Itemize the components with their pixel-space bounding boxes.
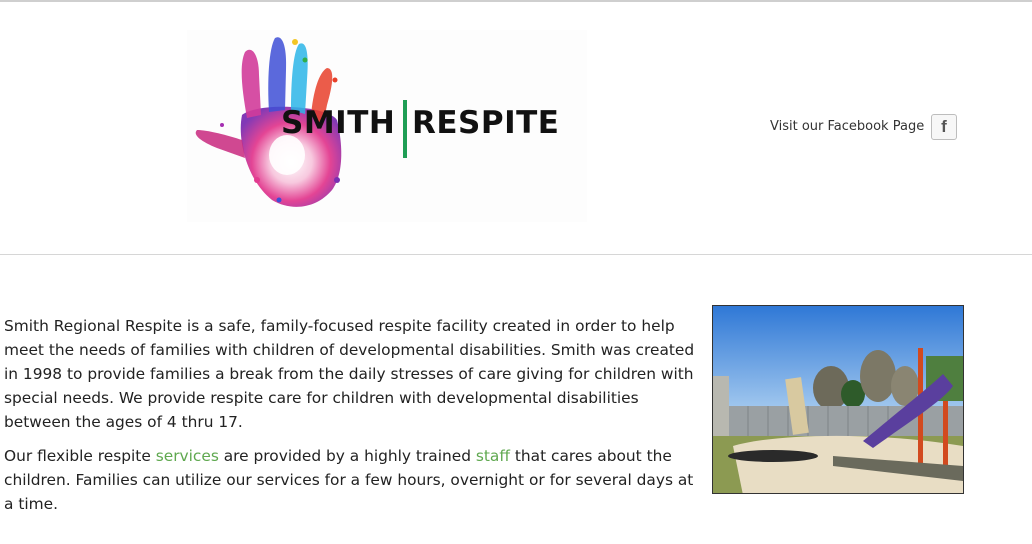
staff-link[interactable]: staff: [476, 447, 510, 465]
intro-paragraph-2: Our flexible respite services are provid…: [4, 444, 704, 516]
logo-divider-bar: [403, 100, 407, 158]
playground-image: [713, 306, 963, 493]
paragraph-2-part-1: Our flexible respite: [4, 447, 156, 465]
paragraph-2-part-2: are provided by a highly trained: [218, 447, 476, 465]
services-link[interactable]: services: [156, 447, 219, 465]
site-header: SMITH RESPITE Visit our Facebook Page f: [0, 2, 1032, 255]
intro-text: Smith Regional Respite is a safe, family…: [4, 314, 704, 526]
facebook-icon-button[interactable]: f: [931, 114, 957, 140]
facebook-icon: f: [941, 117, 947, 136]
logo-word-smith: SMITH: [281, 105, 396, 141]
logo-word-respite: RESPITE: [412, 105, 560, 141]
playground-photo: [712, 305, 964, 494]
site-logo[interactable]: SMITH RESPITE: [187, 30, 587, 222]
facebook-page-link[interactable]: Visit our Facebook Page: [770, 119, 924, 134]
intro-paragraph-1: Smith Regional Respite is a safe, family…: [4, 317, 695, 431]
